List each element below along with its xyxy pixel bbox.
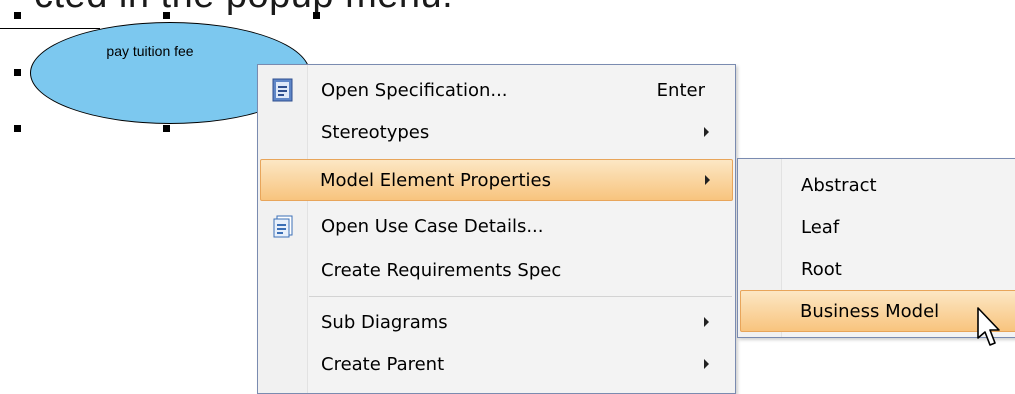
selection-handle[interactable] [313, 12, 320, 19]
submenu-arrow-icon [704, 317, 709, 327]
menu-item-label: Leaf [801, 216, 840, 238]
connector-line [0, 28, 100, 29]
menu-item-label: Open Use Case Details... [321, 215, 544, 237]
menu-item-create-parent[interactable]: Create Parent [260, 343, 733, 385]
submenu-arrow-icon [704, 359, 709, 369]
menu-item-label: Open Specification... [321, 79, 508, 101]
submenu-arrow-icon [704, 127, 709, 137]
menu-item-create-requirements-spec[interactable]: Create Requirements Spec [260, 249, 733, 291]
context-menu: Open Specification... Enter Stereotypes … [257, 64, 736, 394]
menu-item-label: Model Element Properties [320, 169, 551, 191]
menu-item-shortcut: Enter [656, 79, 705, 101]
menu-item-label: Business Model [800, 300, 940, 322]
menu-item-leaf[interactable]: Leaf [740, 206, 1015, 248]
specification-icon [272, 78, 293, 102]
menu-item-label: Abstract [801, 174, 877, 196]
menu-item-label: Create Requirements Spec [321, 259, 562, 281]
menu-item-open-specification[interactable]: Open Specification... Enter [260, 69, 733, 111]
menu-item-abstract[interactable]: Abstract [740, 164, 1015, 206]
selection-handle[interactable] [14, 125, 21, 132]
selection-handle[interactable] [163, 125, 170, 132]
submenu-arrow-icon [705, 175, 710, 185]
instruction-text-fragment: cted in the popup menu. [34, 0, 453, 17]
menu-item-label: Sub Diagrams [321, 311, 448, 333]
menu-item-open-use-case-details[interactable]: Open Use Case Details... [260, 205, 733, 247]
selection-handle[interactable] [163, 12, 170, 19]
mouse-pointer-icon [977, 307, 1000, 346]
submenu-model-element-properties: Abstract Leaf Root Business Model [737, 158, 1015, 338]
menu-item-stereotypes[interactable]: Stereotypes [260, 111, 733, 153]
menu-item-label: Root [801, 258, 842, 280]
selection-handle[interactable] [14, 69, 21, 76]
menu-item-label: Stereotypes [321, 121, 430, 143]
use-case-label: pay tuition fee [106, 43, 194, 59]
menu-item-root[interactable]: Root [740, 248, 1015, 290]
menu-item-label: Create Parent [321, 353, 445, 375]
use-case-details-icon [273, 215, 293, 238]
selection-handle[interactable] [14, 12, 21, 19]
menu-separator [309, 296, 732, 297]
menu-item-business-model[interactable]: Business Model [740, 290, 1015, 332]
menu-item-sub-diagrams[interactable]: Sub Diagrams [260, 301, 733, 343]
menu-item-model-element-properties[interactable]: Model Element Properties [260, 159, 733, 201]
